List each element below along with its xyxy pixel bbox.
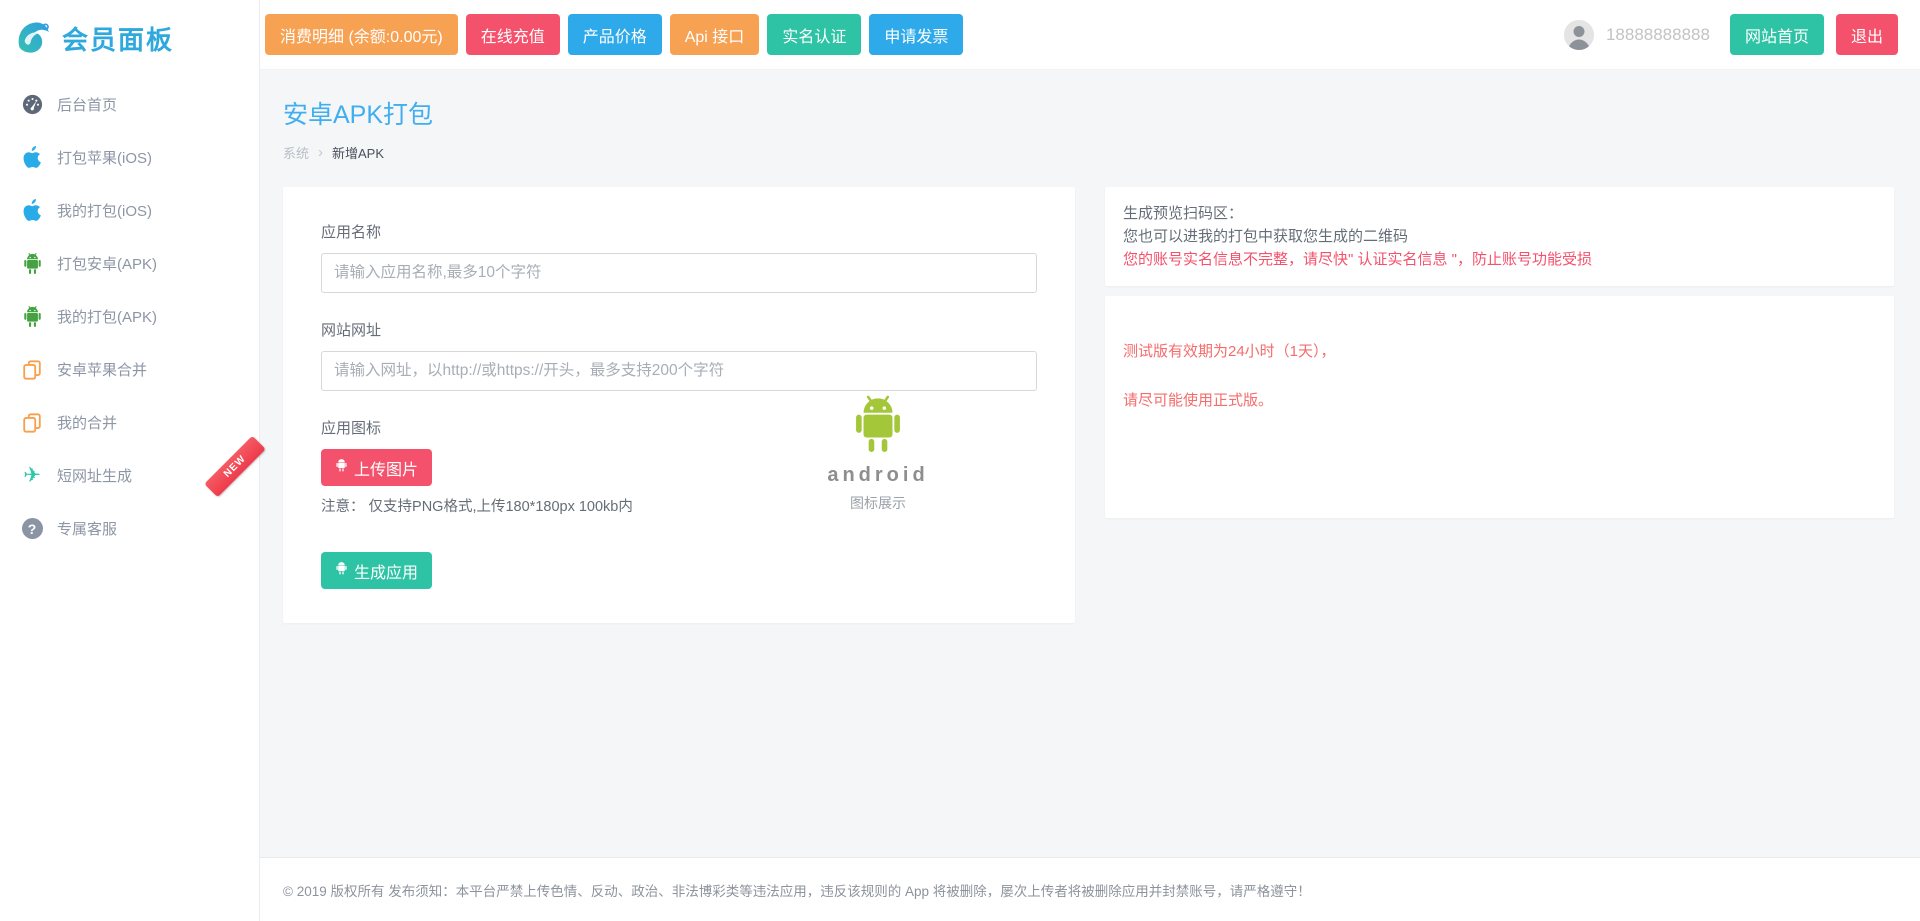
site-home-button[interactable]: 网站首页 (1730, 14, 1824, 55)
sidebar-nav: 后台首页 打包苹果(iOS) 我的打包(iOS) (0, 78, 259, 555)
site-url-label: 网站网址 (321, 319, 1037, 340)
logout-button[interactable]: 退出 (1836, 14, 1898, 55)
qr-preview-line1: 生成预览扫码区： (1123, 202, 1876, 225)
new-badge: NEW (216, 449, 254, 487)
android-icon (335, 561, 348, 580)
sidebar-item-label: 后台首页 (57, 94, 117, 115)
sidebar-item-package-ios[interactable]: 打包苹果(iOS) (0, 131, 259, 184)
sidebar-item-my-ios[interactable]: 我的打包(iOS) (0, 184, 259, 237)
app-root: 会员面板 后台首页 (0, 0, 1920, 921)
copy-icon (20, 411, 44, 435)
sidebar-item-label: 打包安卓(APK) (57, 253, 157, 274)
sidebar-item-label: 我的合并 (57, 412, 117, 433)
upload-image-label: 上传图片 (354, 456, 418, 480)
qr-preview-line2: 您也可以进我的打包中获取您生成的二维码 (1123, 225, 1876, 248)
apple-icon (20, 146, 44, 170)
sidebar-item-dashboard[interactable]: 后台首页 (0, 78, 259, 131)
sidebar: 会员面板 后台首页 (0, 0, 260, 921)
question-icon: ? (20, 517, 44, 541)
trial-notice-line1: 测试版有效期为24小时（1天）， (1123, 340, 1876, 361)
android-icon (20, 305, 44, 329)
topbar-user-area: 18888888888 网站首页 退出 (1564, 14, 1898, 55)
right-column: 生成预览扫码区： 您也可以进我的打包中获取您生成的二维码 您的账号实名信息不完整… (1105, 187, 1894, 518)
topbar-buttons: 消费明细 (余额:0.00元) 在线充值 产品价格 Api 接口 实名认证 申请… (265, 14, 963, 55)
recharge-button[interactable]: 在线充值 (466, 14, 560, 55)
trial-notice-line2: 请尽可能使用正式版。 (1123, 389, 1876, 410)
breadcrumb-root[interactable]: 系统 (283, 143, 309, 162)
sidebar-item-merge[interactable]: 安卓苹果合并 (0, 343, 259, 396)
topbar: 消费明细 (余额:0.00元) 在线充值 产品价格 Api 接口 实名认证 申请… (260, 0, 1920, 70)
api-button[interactable]: Api 接口 (670, 14, 760, 55)
brand-title: 会员面板 (62, 20, 174, 57)
sidebar-item-label: 安卓苹果合并 (57, 359, 147, 380)
android-icon (20, 252, 44, 276)
generate-app-label: 生成应用 (354, 559, 418, 583)
apk-form-card: 应用名称 网站网址 应用图标 (283, 187, 1075, 623)
sidebar-item-my-apk[interactable]: 我的打包(APK) (0, 290, 259, 343)
product-price-button[interactable]: 产品价格 (568, 14, 662, 55)
main-column: 消费明细 (余额:0.00元) 在线充值 产品价格 Api 接口 实名认证 申请… (260, 0, 1920, 921)
app-name-label: 应用名称 (321, 221, 1037, 242)
sidebar-item-label: 我的打包(iOS) (57, 200, 152, 221)
android-logo-icon (850, 442, 906, 459)
android-wordmark: android (778, 464, 978, 487)
sidebar-item-my-merge[interactable]: 我的合并 (0, 396, 259, 449)
sidebar-item-label: 短网址生成 (57, 465, 132, 486)
icon-preview-caption: 图标展示 (778, 493, 978, 513)
qr-preview-card: 生成预览扫码区： 您也可以进我的打包中获取您生成的二维码 您的账号实名信息不完整… (1105, 187, 1894, 286)
sidebar-item-label: 打包苹果(iOS) (57, 147, 152, 168)
icon-preview: android 图标展示 (778, 393, 978, 513)
dashboard-icon (20, 93, 44, 117)
avatar[interactable] (1564, 20, 1594, 50)
chevron-right-icon: › (318, 145, 323, 160)
breadcrumb-current: 新增APK (332, 143, 384, 162)
sidebar-item-label: 我的打包(APK) (57, 306, 157, 327)
sidebar-item-label: 专属客服 (57, 518, 117, 539)
upload-image-button[interactable]: 上传图片 (321, 449, 432, 486)
realname-warning: 您的账号实名信息不完整，请尽快" 认证实名信息 "，防止账号功能受损 (1123, 248, 1876, 271)
invoice-button[interactable]: 申请发票 (869, 14, 963, 55)
sidebar-item-support[interactable]: ? 专属客服 (0, 502, 259, 555)
sidebar-item-short-url[interactable]: ✈ 短网址生成 NEW (0, 449, 259, 502)
consume-detail-button[interactable]: 消费明细 (余额:0.00元) (265, 14, 458, 55)
generate-app-button[interactable]: 生成应用 (321, 552, 432, 589)
breadcrumb: 系统 › 新增APK (283, 143, 1894, 162)
copy-icon (20, 358, 44, 382)
plane-icon: ✈ (20, 464, 44, 488)
copyright-text: © 2019 版权所有 发布须知：本平台严禁上传色情、反动、政治、非法博彩类等违… (283, 880, 1311, 900)
content-area: 安卓APK打包 系统 › 新增APK 应用名称 网站网址 应用图标 (260, 70, 1920, 857)
site-url-input[interactable] (321, 351, 1037, 391)
trial-notice-card: 测试版有效期为24小时（1天）， 请尽可能使用正式版。 (1105, 296, 1894, 518)
app-name-input[interactable] (321, 253, 1037, 293)
footer: © 2019 版权所有 发布须知：本平台严禁上传色情、反动、政治、非法博彩类等违… (260, 857, 1920, 921)
user-phone: 18888888888 (1606, 25, 1710, 45)
apple-icon (20, 199, 44, 223)
page-title: 安卓APK打包 (283, 95, 1894, 131)
sidebar-item-package-apk[interactable]: 打包安卓(APK) (0, 237, 259, 290)
panels: 应用名称 网站网址 应用图标 (283, 187, 1894, 623)
android-icon (335, 458, 348, 477)
brand-logo[interactable]: 会员面板 (0, 0, 259, 60)
realname-auth-button[interactable]: 实名认证 (767, 14, 861, 55)
brand-logo-icon (13, 16, 53, 61)
